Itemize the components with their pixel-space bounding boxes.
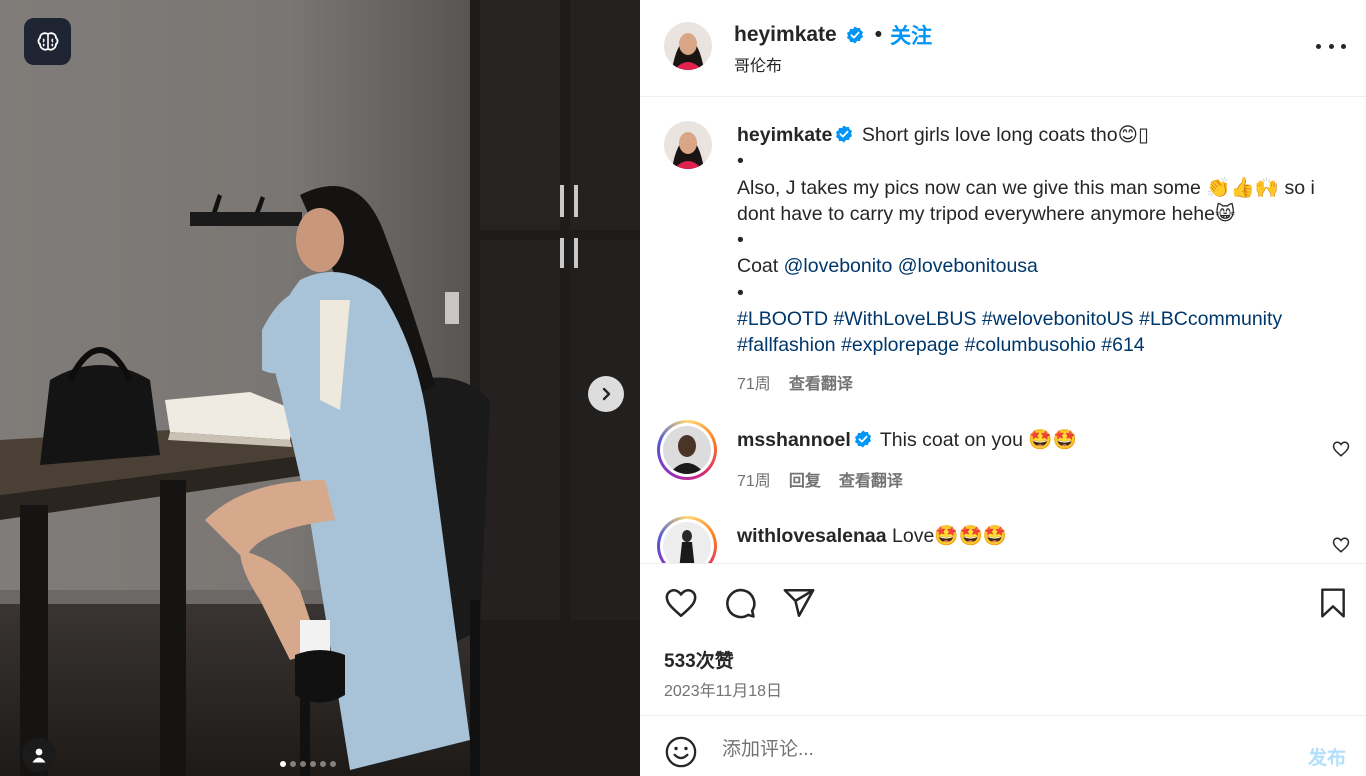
author-avatar[interactable]	[664, 22, 712, 70]
more-options-button[interactable]	[1316, 34, 1346, 58]
header-separator: •	[874, 23, 883, 46]
comments-list[interactable]: heyimkate Short girls love long coats th…	[640, 98, 1366, 563]
emoji-icon[interactable]	[664, 735, 698, 769]
post-sidebar: heyimkate • 关注 哥伦布 heyimkate Short girls…	[640, 0, 1366, 776]
post-location[interactable]: 哥伦布	[734, 52, 782, 76]
reply-link[interactable]: 回复	[789, 467, 821, 491]
brain-icon	[37, 31, 58, 51]
more-dot-icon	[1328, 43, 1334, 49]
carousel-dot	[310, 761, 316, 767]
post-date[interactable]: 2023年11月18日	[664, 677, 782, 701]
comment-input[interactable]	[722, 739, 1282, 761]
comment-meta: 71周 回复 查看翻译	[737, 467, 903, 491]
post-comment-button[interactable]: 发布	[1308, 743, 1346, 770]
like-heart-icon[interactable]	[664, 586, 698, 620]
caption-translate-link[interactable]: 查看翻译	[789, 370, 853, 394]
verified-badge-icon	[846, 26, 863, 44]
follow-button[interactable]: 关注	[890, 20, 932, 50]
carousel-indicator	[280, 761, 336, 767]
carousel-dot	[330, 761, 336, 767]
user-icon	[32, 748, 46, 763]
hashtags-line[interactable]: #LBOOTD #WithLoveLBUS #welovebonitoUS #L…	[737, 306, 1337, 332]
chevron-right-icon	[602, 387, 611, 401]
carousel-dot	[280, 761, 286, 767]
like-comment-heart-icon[interactable]	[1332, 536, 1350, 554]
bookmark-icon[interactable]	[1317, 586, 1349, 620]
header-title-row: heyimkate • 关注	[734, 20, 932, 50]
comment-avatar-ring[interactable]	[657, 516, 717, 563]
add-comment-bar: 发布	[640, 717, 1366, 776]
more-dot-icon	[1316, 43, 1321, 49]
caption-author-avatar[interactable]	[664, 121, 712, 169]
tagged-users-button[interactable]	[22, 738, 56, 772]
comment-body: Love🤩🤩🤩	[892, 525, 1008, 547]
post-actions: 533次赞 2023年11月18日	[640, 563, 1366, 716]
carousel-dot	[300, 761, 306, 767]
caption-text: heyimkate Short girls love long coats th…	[737, 122, 1337, 359]
commenter-avatar	[663, 522, 711, 563]
comment-username[interactable]: msshannoel	[737, 429, 851, 451]
brain-button[interactable]	[24, 18, 71, 65]
post-header: heyimkate • 关注 哥伦布	[640, 0, 1366, 97]
caption-line-1: Short girls love long coats tho😊▯	[861, 124, 1149, 146]
comment-age[interactable]: 71周	[737, 467, 771, 491]
carousel-dot	[290, 761, 296, 767]
comment-username[interactable]: withlovesalenaa	[737, 525, 887, 547]
verified-badge-icon	[854, 430, 871, 448]
mention-link[interactable]: @lovebonitousa	[898, 255, 1038, 277]
share-send-icon[interactable]	[782, 586, 816, 620]
like-comment-heart-icon[interactable]	[1332, 440, 1350, 458]
caption-bullet: •	[737, 150, 744, 173]
caption-bullet: •	[737, 281, 744, 304]
comment-body: This coat on you 🤩🤩	[879, 429, 1077, 451]
hashtags-line[interactable]: #fallfashion #explorepage #columbusohio …	[737, 332, 1337, 358]
post-image	[0, 0, 640, 776]
comment-text: withlovesalenaa Love🤩🤩🤩	[737, 524, 1007, 548]
author-username[interactable]: heyimkate	[734, 23, 837, 47]
caption-meta: 71周 查看翻译	[737, 370, 853, 394]
caption-line-2: Also, J takes my pics now can we give th…	[737, 176, 1315, 225]
caption-username[interactable]: heyimkate	[737, 124, 832, 146]
caption-coat-label: Coat	[737, 255, 779, 278]
carousel-dot	[320, 761, 326, 767]
comment-bubble-icon[interactable]	[723, 586, 757, 620]
mention-link[interactable]: @lovebonito	[784, 255, 893, 277]
verified-badge-icon	[836, 125, 853, 143]
like-count[interactable]: 533次赞	[664, 646, 734, 673]
comment-text: msshannoel This coat on you 🤩🤩	[737, 428, 1077, 452]
caption-bullet: •	[737, 229, 744, 252]
more-dot-icon	[1341, 43, 1346, 49]
carousel-next-button[interactable]	[588, 376, 624, 412]
comment-avatar-ring[interactable]	[657, 420, 717, 480]
commenter-avatar	[663, 426, 711, 474]
caption-age[interactable]: 71周	[737, 370, 771, 394]
comment-translate-link[interactable]: 查看翻译	[839, 467, 903, 491]
post-photo[interactable]	[0, 0, 640, 776]
